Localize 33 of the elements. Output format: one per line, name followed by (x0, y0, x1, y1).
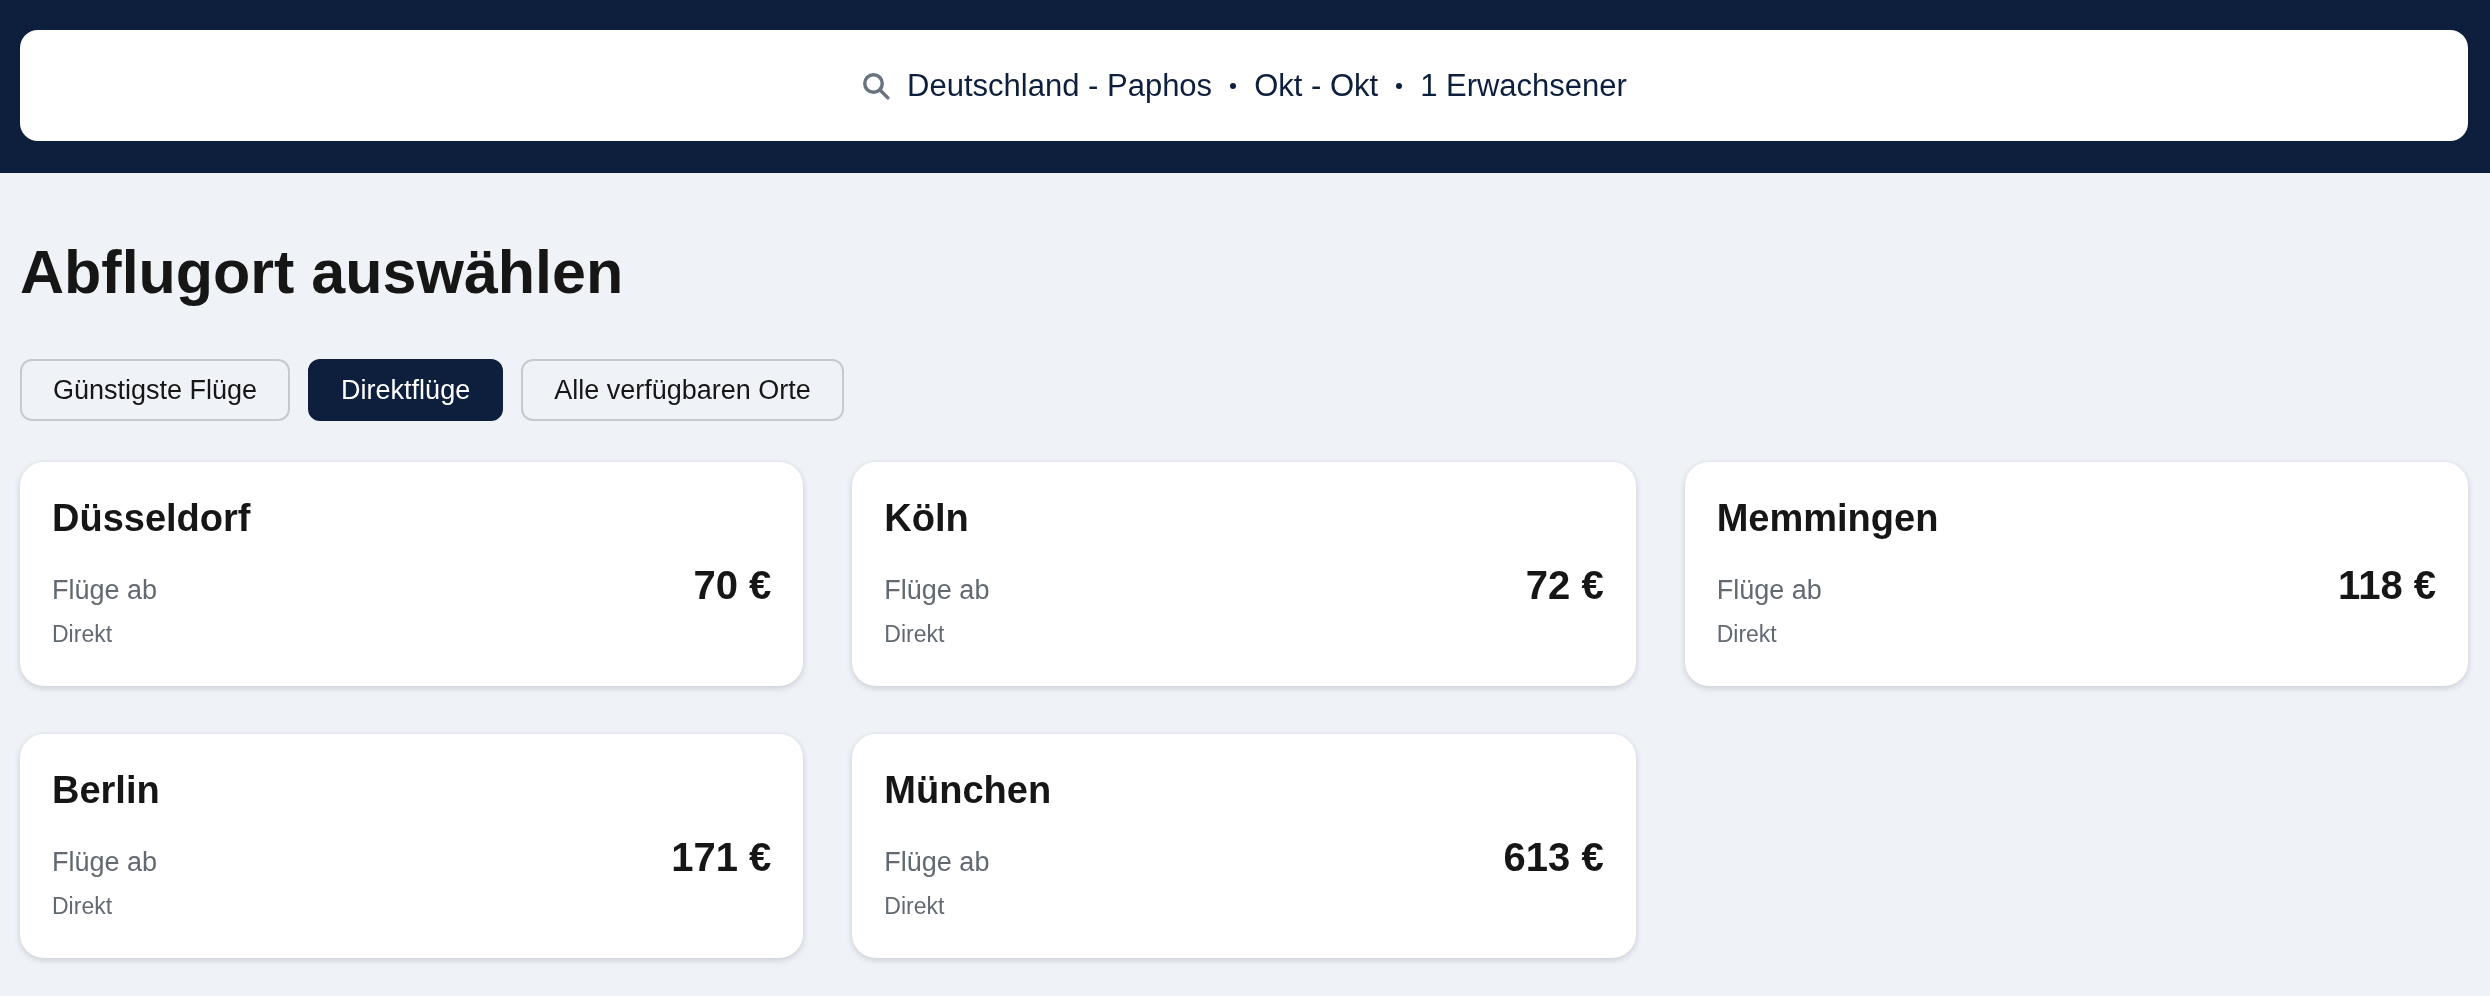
city-name: Köln (884, 496, 969, 540)
stops-label: Direkt (884, 892, 945, 920)
page-title: Abflugort auswählen (20, 237, 625, 307)
search-icon (861, 70, 892, 101)
filter-tab[interactable]: Alle verfügbaren Orte (521, 359, 844, 421)
origin-card[interactable]: München Flüge ab 613 € Direkt (852, 734, 1636, 958)
filter-tab[interactable]: Günstigste Flüge (20, 359, 291, 421)
city-name: Memmingen (1716, 496, 1939, 540)
price: 171 € (671, 834, 772, 880)
bullet-separator-icon (1230, 82, 1237, 89)
stops-label: Direkt (884, 620, 945, 648)
stops-label: Direkt (1716, 620, 1777, 648)
price: 118 € (2338, 562, 2436, 608)
origin-card[interactable]: Berlin Flüge ab 171 € Direkt (20, 734, 804, 958)
origin-card[interactable]: Köln Flüge ab 72 € Direkt (852, 462, 1636, 686)
origin-card[interactable]: Memmingen Flüge ab 118 € Direkt (1684, 462, 2468, 686)
bullet-separator-icon (1396, 82, 1403, 89)
city-name: Düsseldorf (52, 496, 251, 540)
price: 70 € (693, 562, 772, 608)
stops-label: Direkt (52, 620, 113, 648)
price-label: Flüge ab (52, 574, 158, 607)
city-name: Berlin (52, 768, 160, 812)
price: 72 € (1525, 562, 1604, 608)
stops-label: Direkt (52, 892, 113, 920)
price-label: Flüge ab (52, 846, 158, 879)
city-name: München (884, 768, 1052, 812)
origin-card[interactable]: Düsseldorf Flüge ab 70 € Direkt (20, 462, 804, 686)
price-label: Flüge ab (884, 846, 990, 879)
price-label: Flüge ab (1716, 574, 1822, 607)
price: 613 € (1503, 834, 1604, 880)
filter-tab[interactable]: Direktflüge (308, 359, 504, 421)
price-label: Flüge ab (884, 574, 990, 607)
search-summary-bar[interactable]: Deutschland - Paphos Okt - Okt 1 Erwachsener (20, 30, 2468, 141)
